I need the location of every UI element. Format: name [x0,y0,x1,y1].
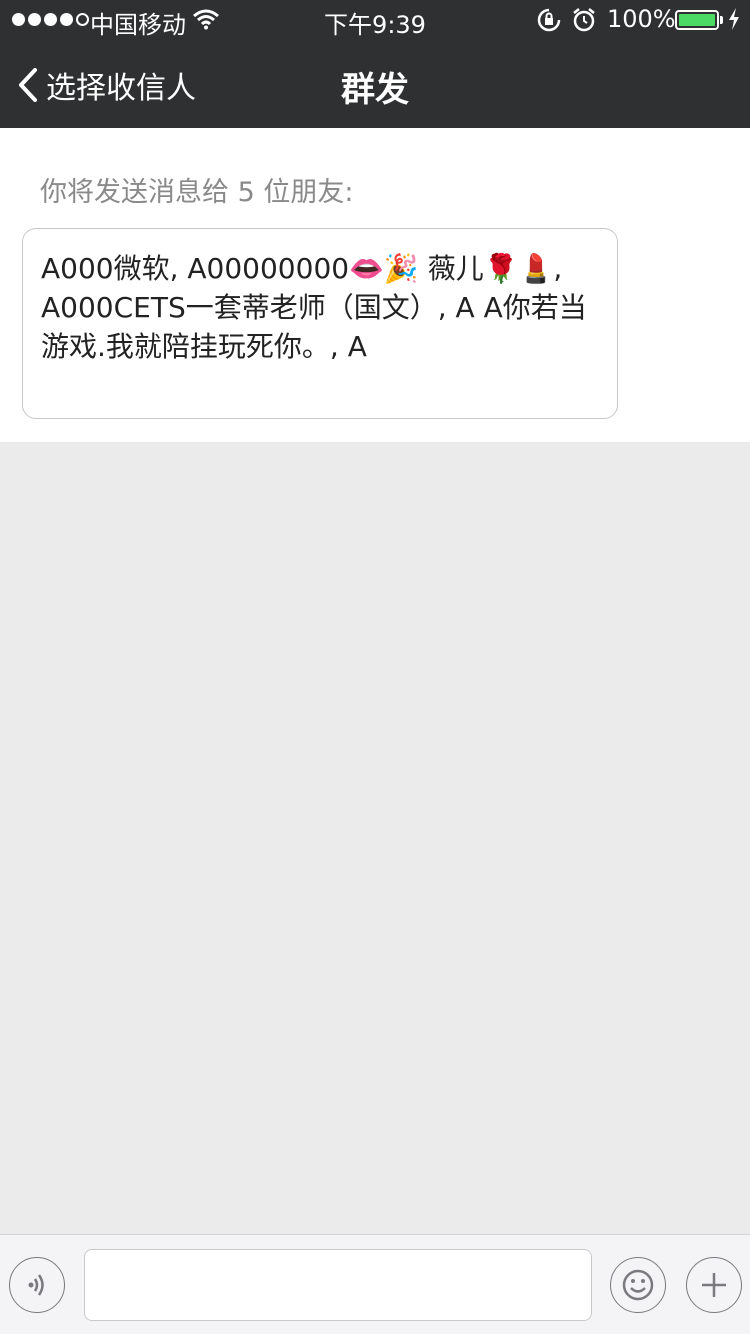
alarm-icon [573,8,595,32]
voice-button[interactable] [9,1257,65,1313]
emoji-icon [622,1269,654,1301]
battery-percentage: 100% [607,5,676,33]
message-input-bar [0,1234,750,1334]
recipients-hint: 你将发送消息给 5 位朋友: [40,177,354,208]
recipients-list[interactable]: A000微软, A00000000👄🎉 薇儿🌹💄, A000CETS一套蒂老师（… [22,228,618,419]
more-button[interactable] [686,1257,742,1313]
rotation-lock-icon [537,8,561,32]
charging-bolt-icon [729,8,739,30]
battery-level [679,14,715,26]
message-input[interactable] [84,1249,592,1321]
recipients-panel: 你将发送消息给 5 位朋友: A000微软, A00000000👄🎉 薇儿🌹💄,… [0,128,750,442]
voice-icon [28,1274,44,1296]
navigation-header: 中国移动 下午9:39 100% 选择收信人 群发 [0,0,750,128]
battery-cap [720,16,723,24]
plus-icon [702,1273,726,1297]
page-title: 群发 [341,70,409,110]
emoji-button[interactable] [610,1257,666,1313]
battery-icon [675,10,719,30]
status-bar: 中国移动 下午9:39 100% [0,0,750,40]
